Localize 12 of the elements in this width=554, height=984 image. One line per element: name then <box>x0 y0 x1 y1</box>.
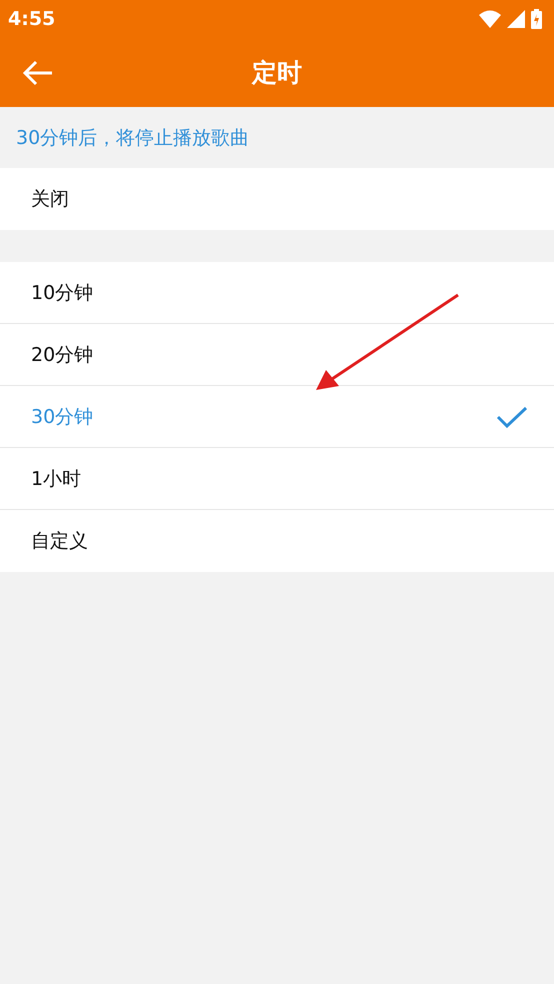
checkmark-icon <box>496 404 528 428</box>
page-title: 定时 <box>252 58 302 87</box>
timer-option[interactable]: 自定义 <box>0 510 554 572</box>
back-arrow-icon <box>22 60 54 86</box>
status-time: 4:55 <box>8 8 56 30</box>
timer-option[interactable]: 10分钟 <box>0 262 554 324</box>
timer-option[interactable]: 关闭 <box>0 168 554 230</box>
battery-icon <box>531 9 542 29</box>
wifi-icon <box>479 10 501 28</box>
signal-icon <box>507 10 525 28</box>
timer-status-text: 30分钟后，将停止播放歌曲 <box>16 126 250 150</box>
timer-option[interactable]: 1小时 <box>0 448 554 510</box>
